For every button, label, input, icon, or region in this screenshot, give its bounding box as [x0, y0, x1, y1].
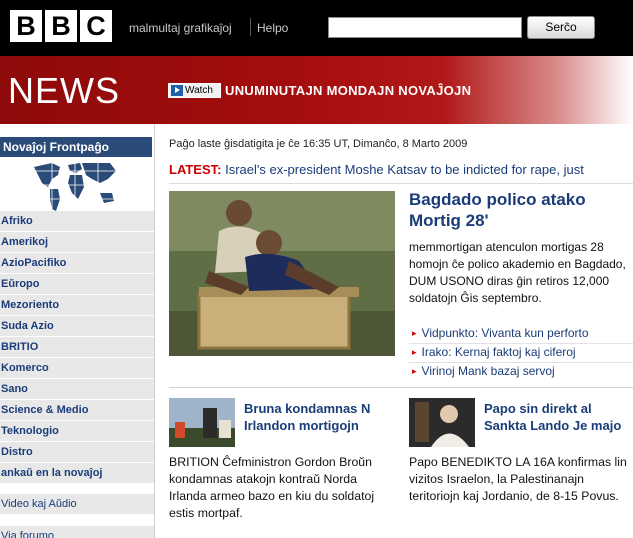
news-banner: NEWS Watch UNUMINUTAJN MONDAJN NOVAĴOJN: [0, 56, 633, 124]
search-button[interactable]: Serĉo: [527, 16, 595, 39]
sidebar-item-business[interactable]: Komerco: [0, 358, 155, 378]
watch-button[interactable]: Watch: [168, 83, 221, 98]
bbc-logo-letter-b2[interactable]: B: [45, 10, 77, 42]
watch-label: Watch: [185, 85, 213, 96]
sidebar-item-your-forum[interactable]: Via forumo: [0, 526, 155, 538]
story-thumbnail-image: [409, 398, 475, 447]
sidebar-item-front-page[interactable]: Novaĵoj Frontpaĝo: [0, 137, 152, 157]
sidebar-item-africa[interactable]: Afriko: [0, 211, 155, 231]
bbc-logo-letter-b1[interactable]: B: [10, 10, 42, 42]
lead-story-title[interactable]: Bagdado polico atako Mortig 28': [409, 189, 633, 231]
divider: [169, 387, 633, 388]
sidebar-item-entertainment[interactable]: Distro: [0, 442, 155, 462]
bullet-icon: ▸: [412, 347, 417, 357]
sidebar-item-europe[interactable]: Eŭropo: [0, 274, 155, 294]
divider: [169, 183, 633, 184]
sidebar-item-health[interactable]: Sano: [0, 379, 155, 399]
sidebar-item-video-audio[interactable]: Video kaj Aŭdio: [0, 494, 155, 514]
story-title[interactable]: Papo sin direkt al Sankta Lando Je majo: [484, 400, 633, 434]
sidebar-item-south-asia[interactable]: Suda Azio: [0, 316, 155, 336]
divider: [409, 362, 633, 363]
nav-divider: [250, 18, 251, 36]
related-link[interactable]: ▸ Virinoj Mank bazaj servoj: [412, 364, 555, 378]
story-thumbnail[interactable]: [409, 398, 475, 447]
bullet-icon: ▸: [412, 366, 417, 376]
sidebar-divider: [154, 124, 155, 538]
banner-headline[interactable]: UNUMINUTAJN MONDAJN NOVAĴOJN: [225, 83, 471, 98]
sidebar-item-middle-east[interactable]: Mezoriento: [0, 295, 155, 315]
world-map-icon[interactable]: [30, 157, 120, 213]
story-thumbnail-image: [169, 398, 235, 447]
story-title[interactable]: Bruna kondamnas N Irlandon mortigojn: [244, 400, 404, 434]
lead-story-summary: memmortigan atenculon mortigas 28 homojn…: [409, 240, 626, 305]
latest-label: LATEST:: [169, 162, 222, 177]
latest-ticker[interactable]: LATEST: Israel's ex-president Moshe Kats…: [169, 162, 633, 182]
latest-text[interactable]: Israel's ex-president Moshe Katsav to be…: [225, 162, 584, 177]
bullet-icon: ▸: [412, 328, 417, 338]
sidebar: Novaĵoj Frontpaĝo Afriko Amerikoj AzioPa…: [0, 124, 156, 538]
top-bar: B B C malmultaj grafikaĵoj Helpo Serĉo: [0, 0, 633, 56]
lead-photo-image: [169, 191, 395, 356]
nav-link-graphics[interactable]: malmultaj grafikaĵoj: [129, 21, 232, 35]
related-link[interactable]: ▸ Irako: Kernaj faktoj kaj ciferoj: [412, 345, 576, 359]
related-link[interactable]: ▸ Vidpunkto: Vivanta kun perforto: [412, 326, 589, 340]
story-thumbnail[interactable]: [169, 398, 235, 447]
sidebar-item-asia-pacific[interactable]: AzioPacifiko: [0, 253, 155, 273]
last-updated: Paĝo laste ĝisdatigita je ĉe 16:35 UT, D…: [169, 138, 468, 150]
lead-story-photo[interactable]: [169, 191, 395, 356]
play-icon: [171, 85, 183, 96]
sidebar-item-technology[interactable]: Teknologio: [0, 421, 155, 441]
divider: [409, 343, 633, 344]
sidebar-item-americas[interactable]: Amerikoj: [0, 232, 155, 252]
search-input[interactable]: [328, 17, 522, 38]
sidebar-item-also-in-news[interactable]: ankaŭ en la novaĵoj: [0, 463, 155, 483]
news-title[interactable]: NEWS: [8, 70, 120, 112]
sidebar-item-uk[interactable]: BRITIO: [0, 337, 155, 357]
story-summary: BRITION Ĉefministron Gordon Broŭn kondam…: [169, 455, 375, 520]
bbc-logo-letter-c[interactable]: C: [80, 10, 112, 42]
nav-link-help[interactable]: Helpo: [257, 21, 288, 35]
story-summary: Papo BENEDIKTO LA 16A konfirmas lin vizi…: [409, 455, 627, 503]
sidebar-item-science[interactable]: Science & Medio: [0, 400, 155, 420]
